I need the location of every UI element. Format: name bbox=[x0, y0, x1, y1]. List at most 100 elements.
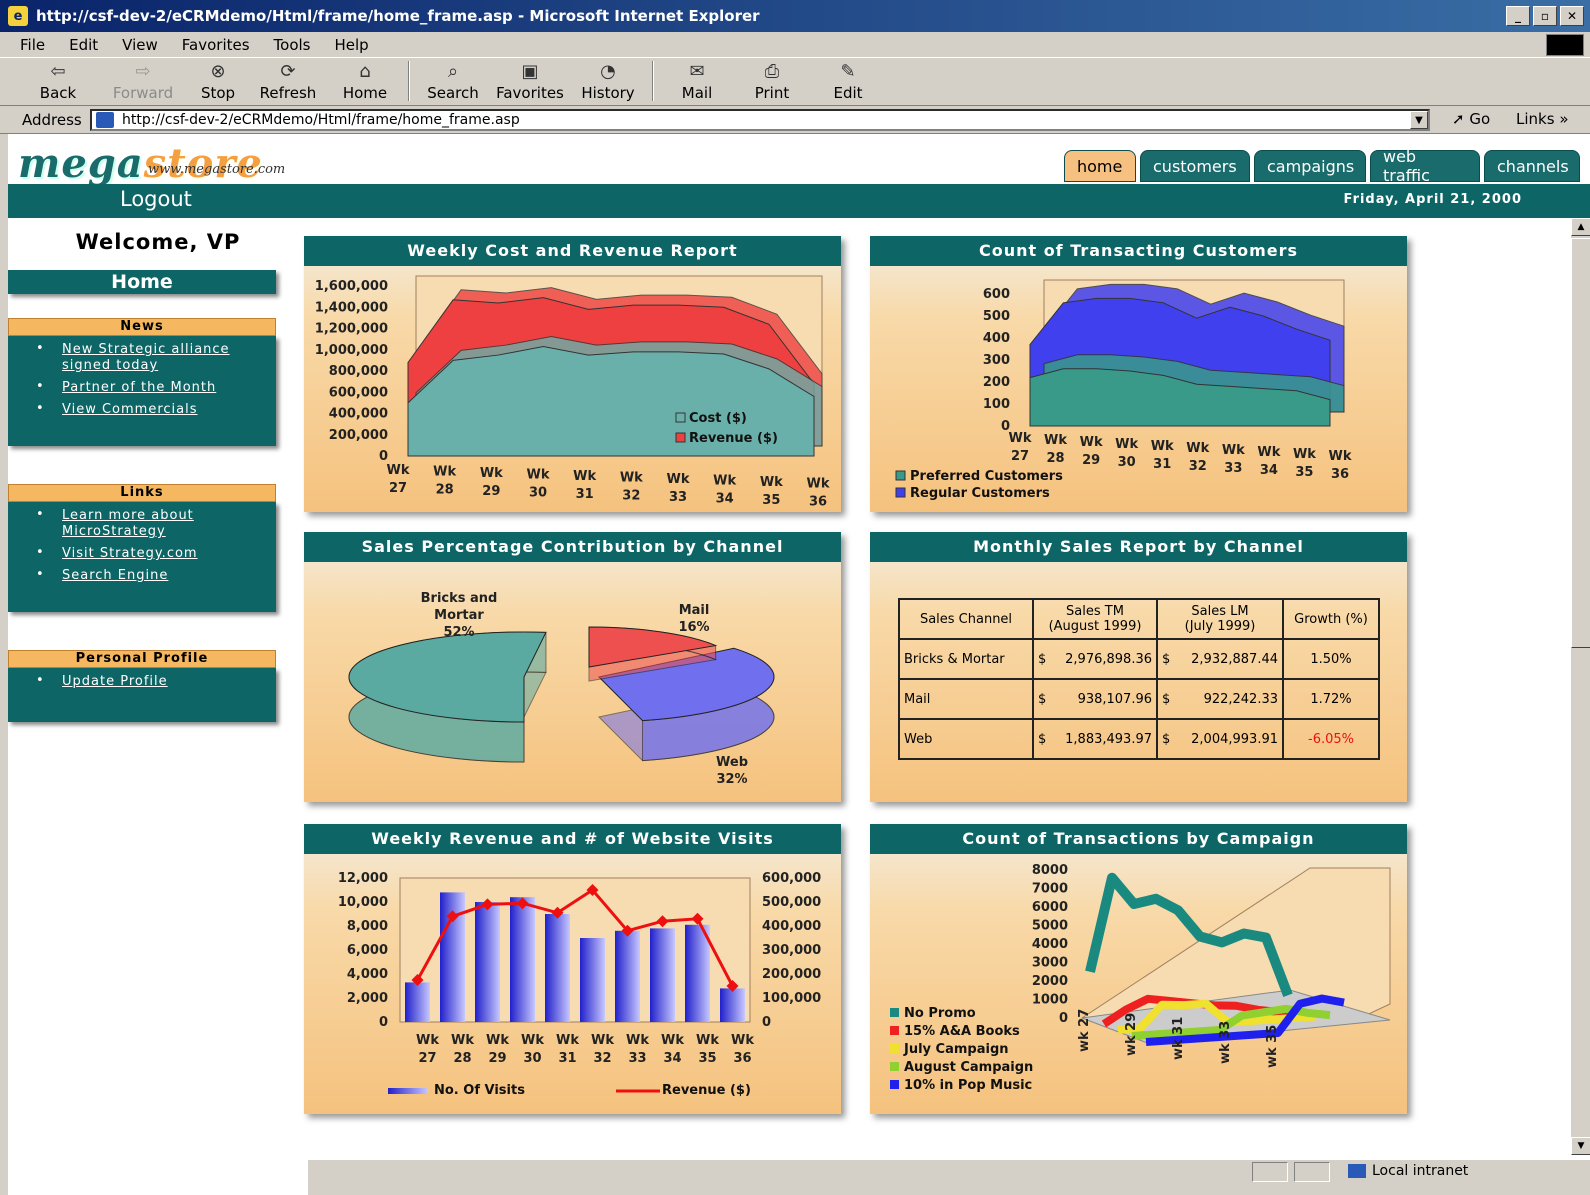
links-label: Links bbox=[1516, 110, 1555, 128]
links-item[interactable]: Learn more about MicroStrategy bbox=[36, 507, 276, 540]
stop-button[interactable]: ⊗ Stop bbox=[188, 60, 248, 105]
x-tick-label: Wk bbox=[1044, 433, 1067, 448]
chart-transacting-customers: 6005004003002001000Wk27Wk28Wk29Wk30Wk31W… bbox=[895, 279, 1352, 501]
y-tick-label: 1,200,000 bbox=[315, 322, 388, 337]
news-link[interactable]: View Commercials bbox=[38, 402, 276, 418]
news-link[interactable]: New Strategic alliance signed today bbox=[38, 342, 276, 374]
menu-view[interactable]: View bbox=[122, 36, 158, 54]
profile-link[interactable]: Update Profile bbox=[38, 674, 276, 690]
address-input[interactable]: http://csf-dev-2/eCRMdemo/Html/frame/hom… bbox=[90, 109, 1430, 131]
news-header: News bbox=[8, 318, 276, 336]
legend-label: No. Of Visits bbox=[434, 1083, 525, 1098]
links-link[interactable]: Visit Strategy.com bbox=[38, 546, 276, 562]
news-item[interactable]: Partner of the Month bbox=[36, 379, 276, 396]
search-button[interactable]: ⌕ Search bbox=[416, 60, 490, 105]
tab-channels[interactable]: channels bbox=[1484, 150, 1580, 182]
sidebar-home[interactable]: Home bbox=[8, 270, 276, 294]
y-tick-label: 0 bbox=[379, 449, 388, 464]
y-tick-label: 6000 bbox=[1032, 900, 1068, 915]
pie-label: Mortar bbox=[434, 608, 484, 623]
mail-button[interactable]: ✉ Mail bbox=[660, 60, 734, 105]
refresh-button[interactable]: ⟳ Refresh bbox=[248, 60, 328, 105]
legend-label: Regular Customers bbox=[910, 486, 1050, 501]
y-tick-label: 8000 bbox=[1032, 863, 1068, 878]
scroll-up-icon[interactable]: ▲ bbox=[1571, 218, 1590, 236]
pie-percent: 32% bbox=[716, 772, 747, 787]
bar-visits bbox=[615, 930, 640, 1022]
pie-label: Bricks and bbox=[421, 591, 498, 606]
home-label: Home bbox=[342, 84, 388, 102]
status-cell bbox=[1252, 1162, 1288, 1182]
x-tick-label: 33 bbox=[628, 1051, 646, 1066]
address-bar: Address http://csf-dev-2/eCRMdemo/Html/f… bbox=[0, 106, 1590, 134]
y2-tick-label: 200,000 bbox=[762, 967, 821, 982]
panel-transacting-customers: Count of Transacting Customers 600 500 400… bbox=[870, 236, 1407, 512]
y-tick-label: 6,000 bbox=[347, 943, 388, 958]
zone-label: Local intranet bbox=[1372, 1163, 1469, 1179]
bar-visits bbox=[405, 982, 430, 1022]
forward-button[interactable]: ⇨ Forward bbox=[98, 60, 188, 105]
table-cell: $922,242.33 bbox=[1156, 678, 1284, 720]
menu-help[interactable]: Help bbox=[335, 36, 369, 54]
table-row: Bricks & Mortar $2,976,898.36 $2,932,887… bbox=[898, 638, 1380, 680]
y-tick-label: 0 bbox=[1059, 1011, 1068, 1026]
header-top: Sales LM bbox=[1191, 604, 1249, 619]
x-tick-label: 30 bbox=[529, 486, 547, 501]
menu-tools[interactable]: Tools bbox=[274, 36, 311, 54]
scroll-down-icon[interactable]: ▼ bbox=[1571, 1137, 1590, 1155]
favorites-button[interactable]: ▣ Favorites bbox=[490, 60, 570, 105]
back-button[interactable]: ⇦ Back bbox=[18, 60, 98, 105]
news-item[interactable]: New Strategic alliance signed today bbox=[36, 341, 276, 374]
tab-campaigns[interactable]: campaigns bbox=[1254, 150, 1366, 182]
table-cell: Web bbox=[898, 718, 1034, 760]
profile-box: Update Profile bbox=[8, 668, 276, 722]
scroll-thumb[interactable] bbox=[1571, 238, 1590, 648]
menu-favorites[interactable]: Favorites bbox=[182, 36, 250, 54]
x-tick-label: 33 bbox=[669, 490, 687, 505]
x-tick-label: 30 bbox=[523, 1051, 541, 1066]
y-tick-label: 600 bbox=[983, 287, 1010, 302]
close-button[interactable]: ✕ bbox=[1560, 6, 1584, 26]
menu-bar: File Edit View Favorites Tools Help bbox=[0, 32, 1590, 58]
legend-label: Cost ($) bbox=[689, 411, 747, 426]
print-button[interactable]: ⎙ Print bbox=[734, 60, 810, 105]
home-button[interactable]: ⌂ Home bbox=[328, 60, 402, 105]
bar-visits bbox=[720, 988, 745, 1022]
links-item[interactable]: Search Engine bbox=[36, 567, 276, 584]
menu-file[interactable]: File bbox=[20, 36, 45, 54]
x-tick-label: Wk bbox=[1151, 439, 1174, 454]
links-link[interactable]: Search Engine bbox=[38, 568, 276, 584]
profile-item[interactable]: Update Profile bbox=[36, 673, 276, 690]
maximize-button[interactable]: ▫ bbox=[1533, 6, 1557, 26]
menu-edit[interactable]: Edit bbox=[69, 36, 98, 54]
panel-title: Count of Transactions by Campaign bbox=[870, 824, 1407, 854]
links-link[interactable]: Learn more about MicroStrategy bbox=[38, 508, 276, 540]
table-header: Sales LM (July 1999) bbox=[1156, 598, 1284, 640]
x-tick-label: 34 bbox=[1260, 463, 1278, 478]
links-button[interactable]: Links » bbox=[1516, 110, 1569, 128]
x-tick-label: Wk bbox=[626, 1033, 649, 1048]
vertical-scrollbar[interactable]: ▲ ▼ bbox=[1570, 218, 1590, 1155]
amount: 2,976,898.36 bbox=[1065, 651, 1152, 667]
go-button[interactable]: ➚ Go bbox=[1452, 110, 1490, 128]
legend-label: Revenue ($) bbox=[662, 1083, 751, 1098]
x-tick-label: Wk bbox=[416, 1033, 439, 1048]
tab-web-traffic[interactable]: web traffic bbox=[1370, 147, 1480, 185]
address-dropdown-icon[interactable]: ▼ bbox=[1410, 111, 1428, 129]
news-item[interactable]: View Commercials bbox=[36, 401, 276, 418]
legend-swatch bbox=[388, 1088, 428, 1094]
currency: $ bbox=[1162, 731, 1171, 747]
minimize-button[interactable]: _ bbox=[1506, 6, 1530, 26]
x-tick-label: 34 bbox=[663, 1051, 681, 1066]
windows-logo-icon bbox=[1546, 34, 1584, 56]
edit-button[interactable]: ✎ Edit bbox=[810, 60, 886, 105]
tab-home[interactable]: home bbox=[1064, 150, 1136, 182]
pie-percent: 16% bbox=[678, 620, 709, 635]
links-item[interactable]: Visit Strategy.com bbox=[36, 545, 276, 562]
table-cell: 1.50% bbox=[1282, 638, 1380, 680]
history-button[interactable]: ◔ History bbox=[570, 60, 646, 105]
x-tick-label: 32 bbox=[622, 489, 640, 504]
news-link[interactable]: Partner of the Month bbox=[38, 380, 276, 396]
tab-customers[interactable]: customers bbox=[1140, 150, 1250, 182]
logout-link[interactable]: Logout bbox=[120, 187, 192, 211]
